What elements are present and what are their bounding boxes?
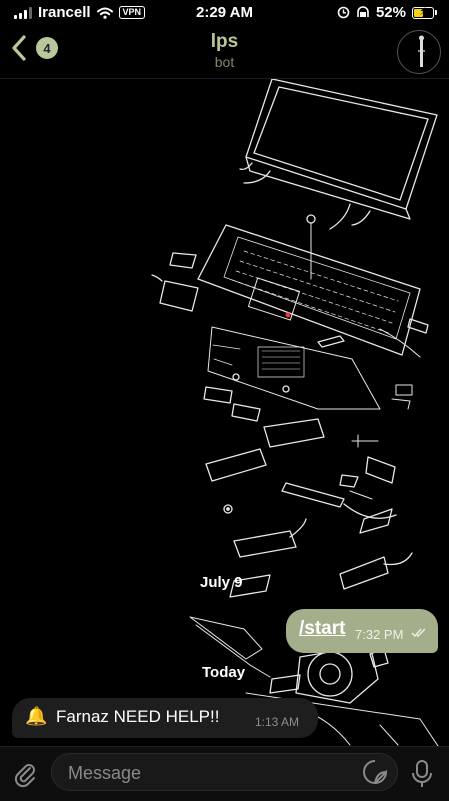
message-text: Farnaz NEED HELP!! xyxy=(56,707,220,726)
paperclip-icon[interactable] xyxy=(12,761,40,789)
message-time: 7:32 PM xyxy=(355,627,404,642)
incoming-message[interactable]: 🔔 Farnaz NEED HELP!! 1:13 AM xyxy=(12,698,318,738)
bell-icon: 🔔 xyxy=(25,706,48,726)
sticker-icon[interactable] xyxy=(362,759,388,785)
date-separator-today: Today xyxy=(202,664,246,681)
double-check-icon xyxy=(411,628,426,638)
battery-icon: ⚡ xyxy=(412,6,437,19)
status-right: 52% ⚡ xyxy=(337,4,437,21)
message-field[interactable] xyxy=(51,753,398,792)
alarm-icon xyxy=(337,6,350,19)
message-time: 1:13 AM xyxy=(255,715,300,729)
avatar[interactable] xyxy=(397,30,441,74)
chat-title[interactable]: lps xyxy=(0,31,449,53)
command-link[interactable]: /start xyxy=(299,618,345,640)
battery-percent: 52% xyxy=(375,4,406,21)
status-bar: Irancell VPN 2:29 AM 52% ⚡ xyxy=(0,0,449,26)
chat-subtitle: bot xyxy=(214,54,235,70)
chat-area[interactable]: July 9 Today /start 7:32 PM 🔔 Farnaz NEE… xyxy=(0,79,449,746)
composer-bar xyxy=(0,746,449,801)
date-separator-july-9: July 9 xyxy=(200,574,243,591)
chat-header: 4 lps bot xyxy=(0,26,449,79)
message-input[interactable] xyxy=(66,754,350,792)
outgoing-message[interactable]: /start 7:32 PM xyxy=(286,609,438,653)
network-icon xyxy=(357,6,369,17)
microphone-icon[interactable] xyxy=(410,759,434,789)
